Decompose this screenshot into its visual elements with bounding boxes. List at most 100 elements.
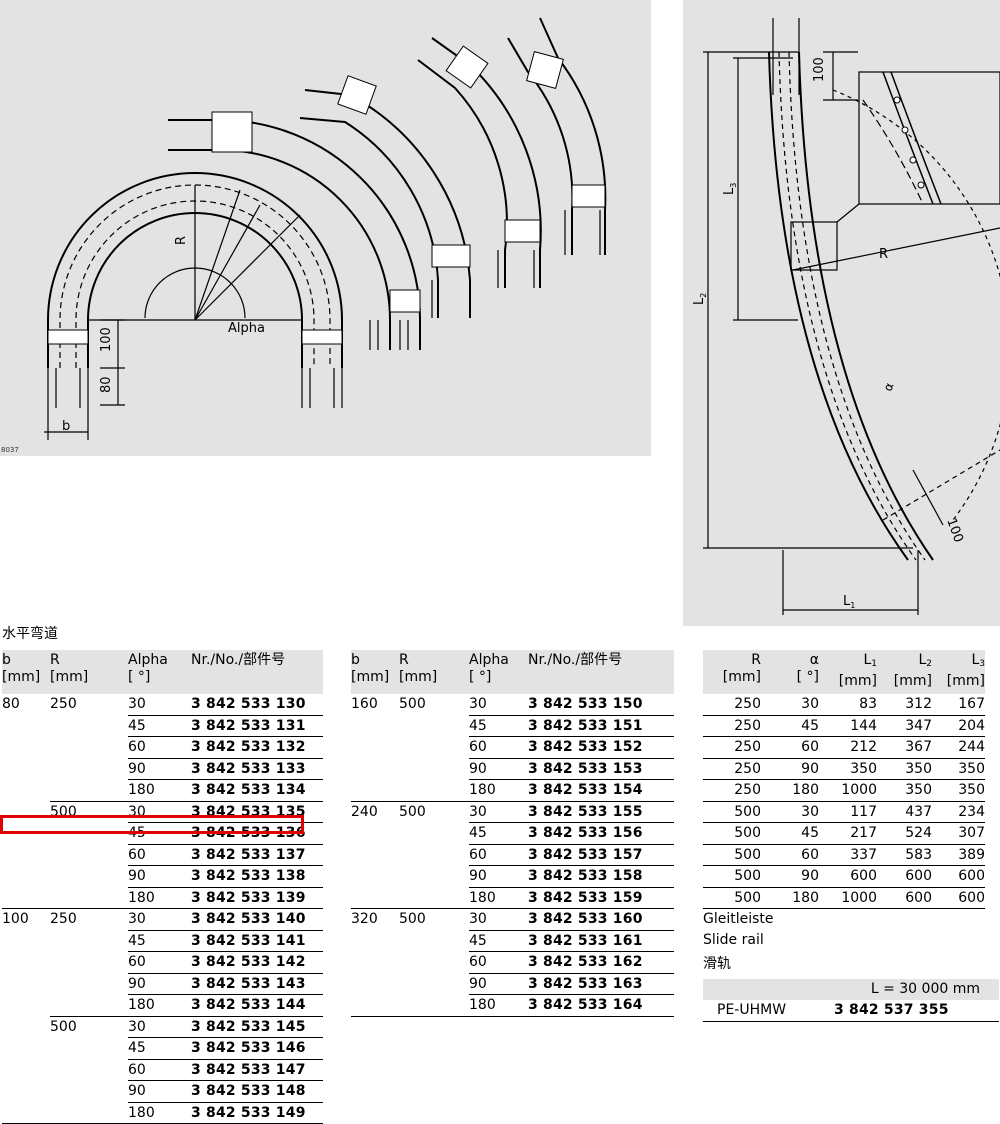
cell-r <box>50 1038 128 1060</box>
cell-r <box>50 779 128 802</box>
width-b-label: b <box>62 419 70 434</box>
col-l1-header: L1 [mm] <box>838 652 877 689</box>
cell-a: 180 <box>761 887 819 909</box>
cell-nr: 3 842 533 149 <box>191 1102 323 1124</box>
cell-r: 250 <box>50 696 77 713</box>
cell-r: 500 <box>703 822 761 845</box>
cell-nr: 3 842 533 150 <box>528 694 674 716</box>
cell-l1: 350 <box>819 758 877 780</box>
figure-code: 8037 <box>1 446 19 454</box>
cell-l3: 244 <box>932 736 985 759</box>
cell-alpha: 30 <box>128 1016 191 1038</box>
cell-b <box>2 973 50 995</box>
cell-b <box>2 780 50 802</box>
cell-r <box>399 758 469 780</box>
cell-b <box>351 823 399 845</box>
cell-b <box>351 779 399 802</box>
cell-l1: 337 <box>819 844 877 866</box>
table-header-row: R [mm] α[ °] L1 [mm] L2 [mm] L3 [mm] <box>703 650 985 694</box>
table-row: 60 3 842 533 147 <box>2 1059 323 1081</box>
cell-r: 500 <box>703 865 761 888</box>
cell-r <box>50 715 128 737</box>
cell-b <box>2 758 50 780</box>
cell-r <box>399 866 469 888</box>
cell-r: 250 <box>703 715 761 737</box>
col-nr-header: Nr./No./部件号 <box>528 652 623 668</box>
cell-alpha: 90 <box>128 865 191 888</box>
table-row: 500 45 217 524 307 <box>703 822 985 845</box>
cell-l1: 217 <box>819 822 877 845</box>
cell-r <box>50 1102 128 1124</box>
table-row: 60 3 842 533 152 <box>351 736 674 759</box>
cell-r <box>50 973 128 995</box>
col-r-header: R [mm] <box>722 652 761 685</box>
geometry-drawing-panel: 100 L3 L2 R α 100 L1 <box>683 0 1000 626</box>
table-row: 160 500 30 3 842 533 150 <box>351 694 674 716</box>
cell-r: 500 <box>703 801 761 823</box>
cell-b <box>2 1102 50 1124</box>
cell-alpha: 45 <box>469 930 528 952</box>
table-row: 45 3 842 533 146 <box>2 1037 323 1060</box>
table-row: 180 3 842 533 159 <box>351 887 674 909</box>
cell-a: 60 <box>761 736 819 759</box>
cell-r <box>50 952 128 974</box>
cell-alpha: 60 <box>128 844 191 866</box>
cell-alpha: 30 <box>128 694 191 716</box>
cell-alpha: 60 <box>128 951 191 974</box>
cell-l2: 312 <box>877 694 932 716</box>
slide-rail-de: Gleitleiste <box>703 911 774 927</box>
table-row: 250 90 350 350 350 <box>703 758 985 780</box>
table-row: 180 3 842 533 164 <box>351 994 674 1017</box>
table-row: 500 90 600 600 600 <box>703 865 985 888</box>
col-r-header: R [mm] <box>399 652 438 685</box>
cell-l2: 600 <box>877 887 932 909</box>
cell-alpha: 90 <box>469 865 528 888</box>
table-header-row: b [mm] R [mm] Alpha[ °] Nr./No./部件号 <box>2 650 323 694</box>
selected-row-highlight <box>0 815 304 834</box>
cell-alpha: 180 <box>469 887 528 909</box>
cell-nr: 3 842 533 142 <box>191 951 323 974</box>
col-l3-header: L3 [mm] <box>946 652 985 689</box>
cell-l2: 350 <box>877 758 932 780</box>
cell-alpha: 180 <box>128 779 191 802</box>
cell-nr: 3 842 533 131 <box>191 715 323 737</box>
cell-r: 500 <box>399 911 426 928</box>
col-b-header: b [mm] <box>2 652 41 685</box>
table-row: 90 3 842 533 133 <box>2 758 323 780</box>
cell-nr: 3 842 533 164 <box>528 994 674 1017</box>
table-row: 320 500 30 3 842 533 160 <box>351 908 674 931</box>
cell-r: 250 <box>703 694 761 716</box>
cell-nr: 3 842 533 147 <box>191 1059 323 1081</box>
cell-nr: 3 842 533 144 <box>191 994 323 1017</box>
cell-l3: 600 <box>932 865 985 888</box>
cell-l1: 83 <box>819 694 877 716</box>
cell-alpha: 180 <box>128 994 191 1017</box>
table-row: 60 3 842 533 137 <box>2 844 323 866</box>
cell-nr: 3 842 533 143 <box>191 973 323 995</box>
table-row: 45 3 842 533 141 <box>2 930 323 952</box>
cell-alpha: 45 <box>469 822 528 845</box>
cell-b <box>351 994 399 1017</box>
table-row: 45 3 842 533 131 <box>2 715 323 737</box>
cell-b <box>351 866 399 888</box>
cell-r <box>50 866 128 888</box>
table-row: 180 3 842 533 144 <box>2 994 323 1017</box>
cell-r <box>50 844 128 866</box>
cell-l1: 117 <box>819 801 877 823</box>
cell-r <box>399 779 469 802</box>
cell-r <box>399 994 469 1017</box>
cell-r: 250 <box>50 911 77 928</box>
cell-l3: 350 <box>932 779 985 802</box>
cell-b <box>2 866 50 888</box>
radius-r-label: R <box>879 247 888 262</box>
cell-l3: 204 <box>932 715 985 737</box>
table-row: 90 3 842 533 153 <box>351 758 674 780</box>
cell-alpha: 30 <box>128 908 191 931</box>
cell-b: 320 <box>351 911 378 928</box>
table-row: 60 3 842 533 157 <box>351 844 674 866</box>
cell-alpha: 180 <box>128 887 191 909</box>
cell-alpha: 60 <box>469 951 528 974</box>
cell-b <box>351 887 399 909</box>
part-number-table-2: b [mm] R [mm] Alpha[ °] Nr./No./部件号 160 500… <box>351 650 674 1017</box>
cell-l3: 167 <box>932 694 985 716</box>
